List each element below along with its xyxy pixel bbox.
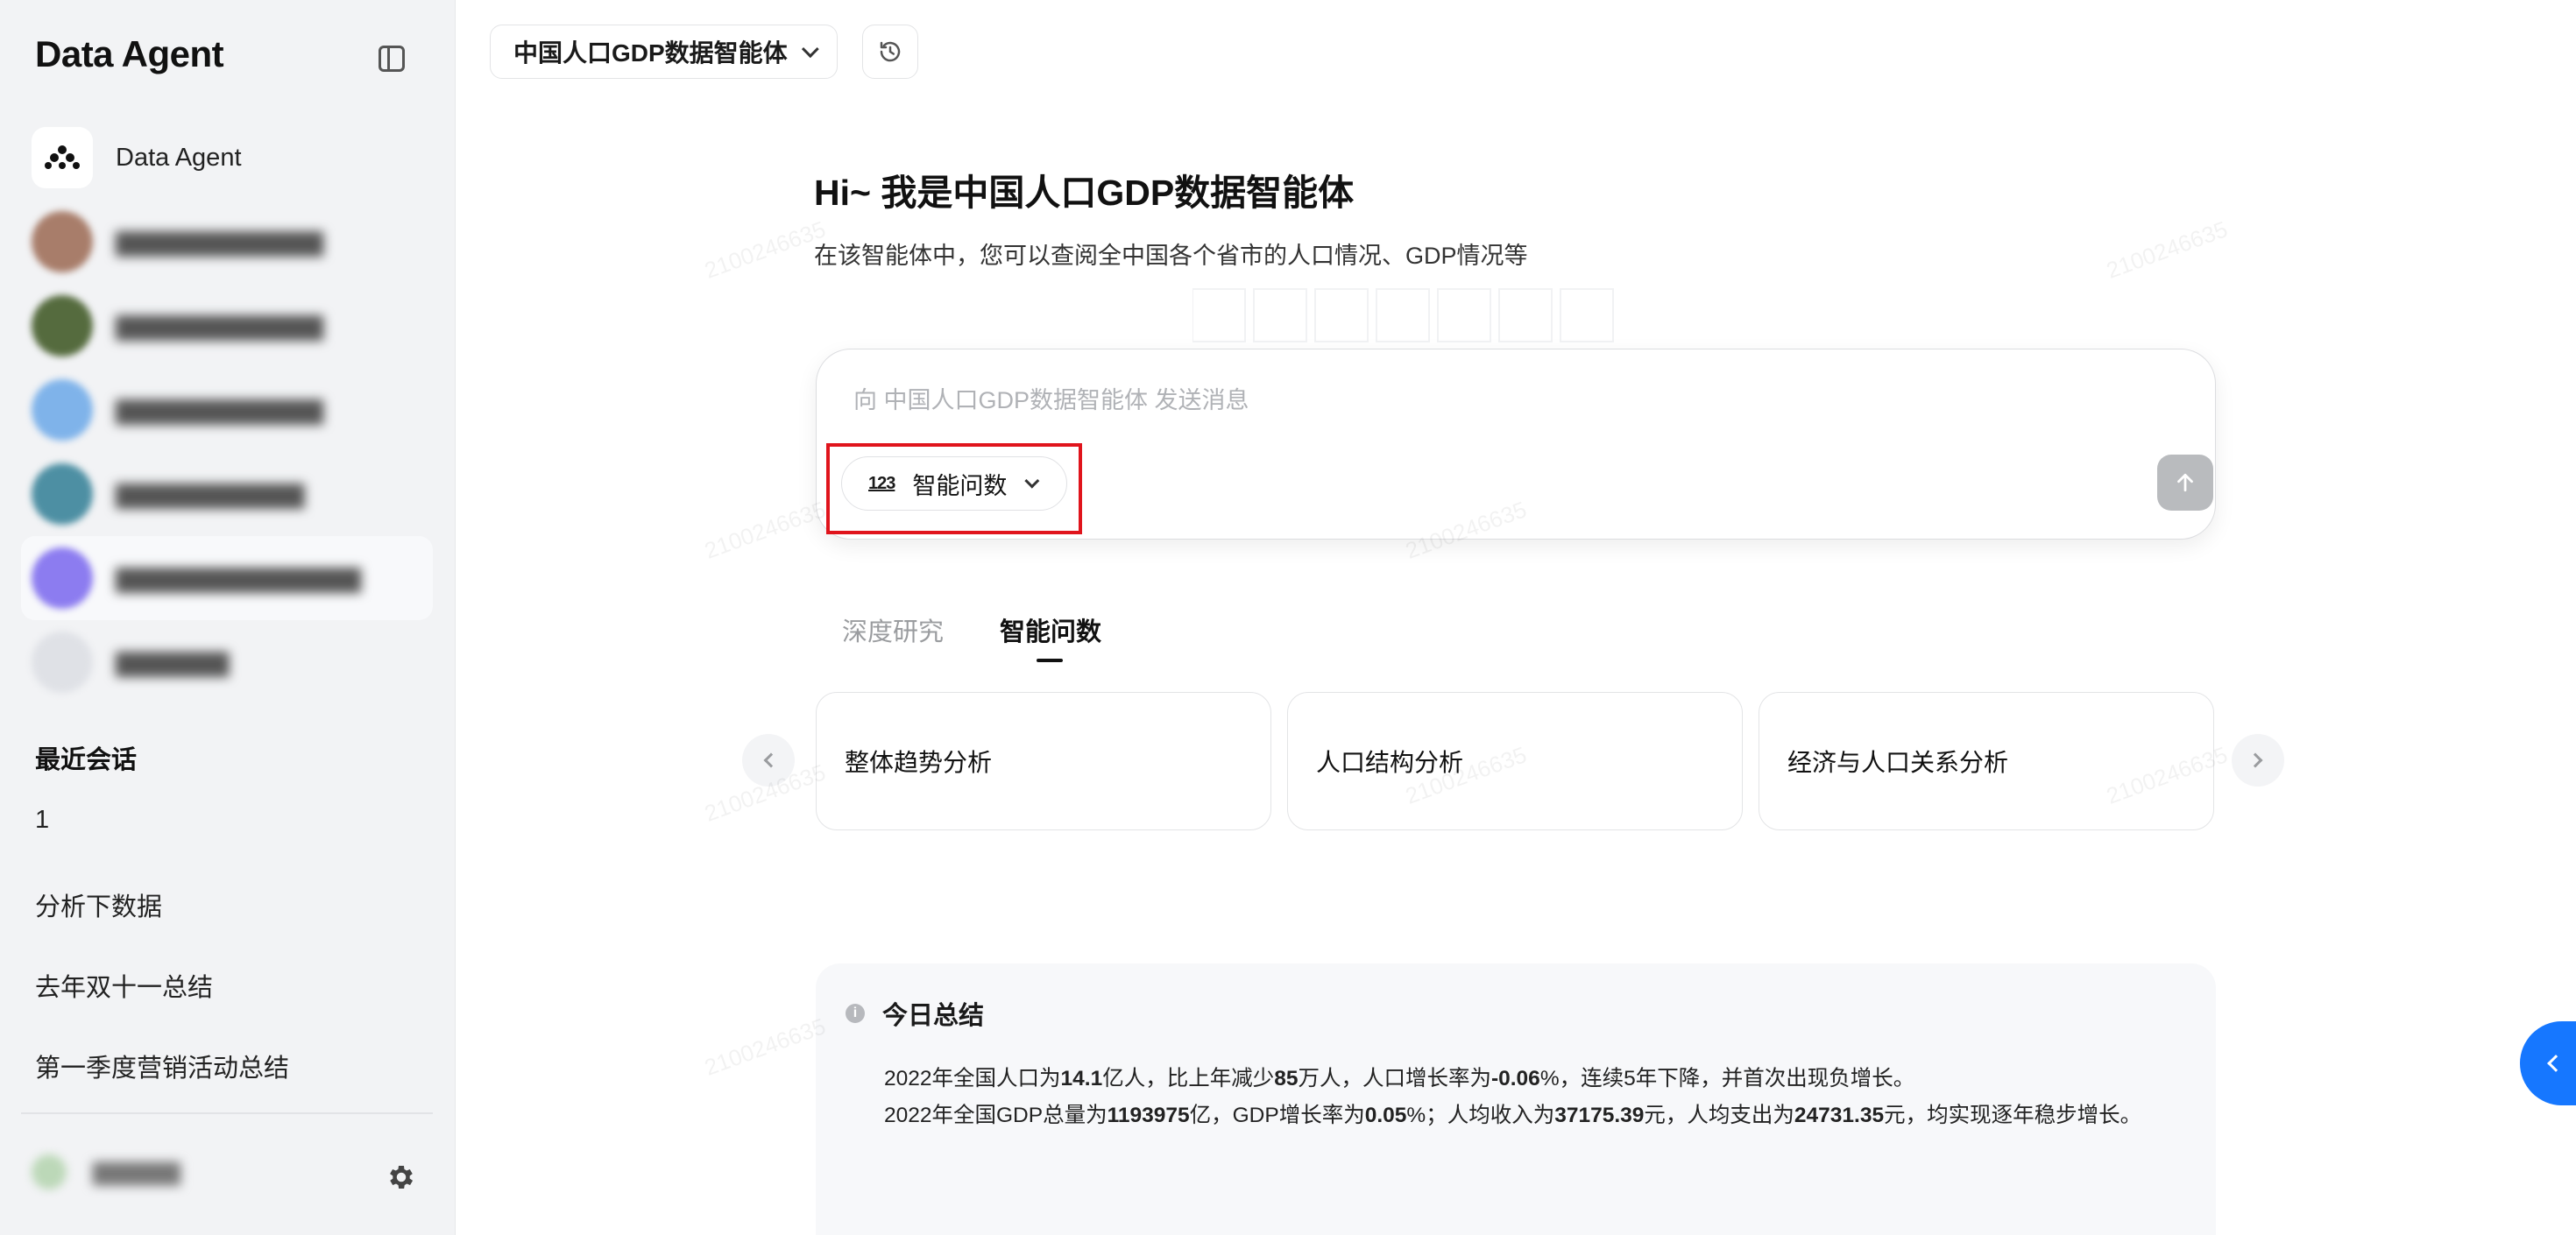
- summary-value: 37175.39: [1554, 1104, 1645, 1127]
- session-list: 1 分析下数据 去年双十一总结 第一季度营销活动总结: [35, 806, 289, 1128]
- daily-summary-card: i 今日总结 2022年全国人口为14.1亿人，比上年减少85万人，人口增长率为…: [816, 963, 2216, 1235]
- summary-value: 1193975: [1107, 1104, 1190, 1127]
- agent-list: Data Agent ▇▇▇▇▇▇▇▇▇▇▇ ▇▇▇▇▇▇▇▇▇▇▇ ▇▇▇▇▇…: [21, 116, 433, 704]
- agent-item[interactable]: ▇▇▇▇▇▇: [21, 620, 433, 704]
- send-button[interactable]: [2157, 455, 2213, 511]
- summary-value: -0.06: [1490, 1067, 1540, 1090]
- tab-deep-research[interactable]: 深度研究: [842, 611, 944, 648]
- summary-value: 24731.35: [1794, 1104, 1885, 1127]
- summary-text: 2022年全国GDP总量为: [884, 1104, 1108, 1127]
- sidebar-collapse-icon[interactable]: [379, 46, 405, 72]
- chevron-right-icon: [2247, 752, 2263, 768]
- agent-item-active[interactable]: ▇▇▇▇▇▇▇▇▇▇▇▇▇: [21, 536, 433, 620]
- history-button[interactable]: [862, 25, 918, 79]
- history-icon: [880, 41, 901, 62]
- agent-name: ▇▇▇▇▇▇▇▇▇▇▇▇▇: [116, 564, 361, 592]
- summary-line: 2022年全国GDP总量为1193975亿，GDP增长率为0.05%；人均收入为…: [884, 1098, 2141, 1129]
- watermark: 2100246635: [701, 1013, 830, 1081]
- main-area: 中国人口GDP数据智能体 Hi~ 我是中国人口GDP数据智能体 在该智能体中，您…: [456, 0, 2576, 1235]
- agent-item[interactable]: ▇▇▇▇▇▇▇▇▇▇▇: [21, 200, 433, 284]
- carousel-next-button[interactable]: [2232, 734, 2284, 787]
- summary-text: 元，人均支出为: [1644, 1104, 1794, 1127]
- tab-smart-query[interactable]: 智能问数: [1000, 611, 1101, 662]
- avatar: [32, 547, 93, 609]
- summary-text: 亿人，比上年减少: [1102, 1067, 1275, 1090]
- session-item[interactable]: 第一季度营销活动总结: [35, 1048, 289, 1128]
- prompt-card[interactable]: 经济与人口关系分析: [1759, 692, 2214, 830]
- session-item[interactable]: 分析下数据: [35, 886, 289, 967]
- summary-text: 2022年全国人口为: [884, 1067, 1061, 1090]
- summary-text: 元，均实现逐年稳步增长。: [1884, 1104, 2142, 1127]
- avatar: [32, 463, 93, 525]
- info-icon: i: [846, 1004, 865, 1023]
- data-agent-logo-icon: [32, 127, 93, 188]
- chevron-down-icon: [801, 40, 819, 59]
- agent-name: ▇▇▇▇▇▇▇▇▇▇▇: [116, 396, 323, 424]
- agent-name: ▇▇▇▇▇▇: [116, 648, 230, 676]
- carousel-prev-button[interactable]: [742, 734, 795, 787]
- session-item[interactable]: 1: [35, 806, 289, 886]
- app-logo: Data Agent: [35, 33, 224, 74]
- chevron-left-icon: [2547, 1055, 2565, 1072]
- avatar: [32, 632, 93, 693]
- summary-value: 0.05: [1364, 1104, 1407, 1127]
- prompt-card[interactable]: 整体趋势分析: [816, 692, 1271, 830]
- summary-value: 14.1: [1060, 1067, 1103, 1090]
- sidebar-divider: [21, 1112, 433, 1114]
- sidebar: Data Agent Data Agent ▇▇▇▇▇▇▇▇▇▇▇ ▇▇▇▇▇▇…: [0, 0, 456, 1235]
- watermark: 2100246635: [2103, 215, 2232, 284]
- agent-name: ▇▇▇▇▇▇▇▇▇▇▇: [116, 312, 323, 340]
- avatar: [32, 379, 93, 441]
- agent-name: ▇▇▇▇▇▇▇▇▇▇: [116, 480, 305, 508]
- prompt-card[interactable]: 人口结构分析: [1287, 692, 1743, 830]
- summary-line: 2022年全国人口为14.1亿人，比上年减少85万人，人口增长率为-0.06%，…: [884, 1062, 1914, 1092]
- agent-item[interactable]: ▇▇▇▇▇▇▇▇▇▇▇: [21, 284, 433, 368]
- user-name: ▇▇▇▇▇: [93, 1158, 180, 1185]
- agent-name: Data Agent: [116, 143, 242, 172]
- highlight-annotation: [826, 443, 1082, 534]
- mode-tabs: 深度研究 智能问数: [842, 611, 1157, 662]
- greeting-subtitle: 在该智能体中，您可以查阅全中国各个省市的人口情况、GDP情况等: [814, 243, 1528, 269]
- watermark: 2100246635: [701, 215, 830, 284]
- message-input[interactable]: [852, 381, 2078, 420]
- background-grid-decoration: [1192, 288, 1614, 342]
- summary-title: i 今日总结: [846, 995, 984, 1032]
- agent-selector-dropdown[interactable]: 中国人口GDP数据智能体: [490, 25, 838, 79]
- chevron-left-icon: [763, 752, 779, 768]
- summary-text: %；人均收入为: [1406, 1104, 1555, 1127]
- summary-value: 85: [1274, 1067, 1299, 1090]
- avatar: [32, 295, 93, 356]
- avatar: [32, 1154, 67, 1189]
- agent-name: ▇▇▇▇▇▇▇▇▇▇▇: [116, 228, 323, 256]
- agent-selector-label: 中国人口GDP数据智能体: [513, 39, 788, 67]
- agent-item-data-agent[interactable]: Data Agent: [21, 116, 433, 200]
- user-profile[interactable]: ▇▇▇▇▇: [32, 1154, 180, 1189]
- gear-icon[interactable]: [386, 1161, 417, 1193]
- arrow-up-icon: [2177, 473, 2193, 492]
- avatar: [32, 211, 93, 272]
- agent-item[interactable]: ▇▇▇▇▇▇▇▇▇▇▇: [21, 368, 433, 452]
- session-item[interactable]: 去年双十一总结: [35, 967, 289, 1048]
- greeting-title: Hi~ 我是中国人口GDP数据智能体: [814, 173, 1355, 213]
- watermark: 2100246635: [701, 496, 830, 564]
- summary-text: 亿，GDP增长率为: [1189, 1104, 1365, 1127]
- summary-text: %，连续5年下降，并首次出现负增长。: [1539, 1067, 1915, 1090]
- recent-sessions-title: 最近会话: [35, 746, 138, 774]
- summary-title-text: 今日总结: [882, 1002, 985, 1030]
- agent-item[interactable]: ▇▇▇▇▇▇▇▇▇▇: [21, 452, 433, 536]
- summary-text: 万人，人口增长率为: [1298, 1067, 1491, 1090]
